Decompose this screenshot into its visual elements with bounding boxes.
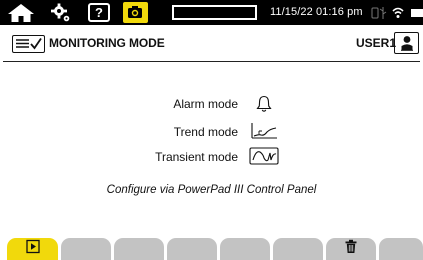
tab-empty-6[interactable] [273, 238, 323, 260]
status-bar: ? 11/15/22 01:16 pm [0, 0, 423, 25]
trend-icon [250, 122, 278, 143]
user-button[interactable] [394, 32, 419, 54]
help-label: ? [95, 5, 103, 20]
tab-empty-4[interactable] [167, 238, 217, 260]
bell-icon [256, 95, 272, 116]
tab-empty-3[interactable] [114, 238, 164, 260]
datetime: 11/15/22 01:16 pm [270, 6, 363, 18]
usb-icon [370, 2, 390, 23]
user-icon [400, 36, 413, 51]
header-divider [3, 61, 420, 62]
trash-icon [345, 239, 357, 259]
tab-delete[interactable] [326, 238, 376, 260]
transient-icon [249, 147, 279, 168]
monitoring-mode-icon[interactable] [12, 35, 45, 53]
play-icon [25, 239, 40, 259]
tab-empty-8[interactable] [379, 238, 423, 260]
home-icon[interactable] [6, 2, 36, 23]
progress-bar [172, 5, 257, 20]
help-icon[interactable]: ? [88, 3, 110, 22]
page-title: MONITORING MODE [49, 36, 165, 50]
transient-mode-label: Transient mode [155, 150, 238, 164]
trend-mode-label: Trend mode [173, 125, 238, 139]
tab-play[interactable] [7, 238, 58, 260]
tab-empty-2[interactable] [61, 238, 111, 260]
camera-icon[interactable] [123, 2, 148, 23]
page-header: MONITORING MODE USER1 [0, 25, 423, 63]
user-label: USER1 [356, 36, 397, 50]
gear-icon[interactable] [48, 2, 74, 23]
configure-hint: Configure via PowerPad III Control Panel [106, 184, 317, 196]
alarm-mode-label: Alarm mode [173, 97, 238, 111]
tab-empty-5[interactable] [220, 238, 270, 260]
wifi-icon [391, 2, 405, 23]
battery-icon [410, 2, 423, 23]
